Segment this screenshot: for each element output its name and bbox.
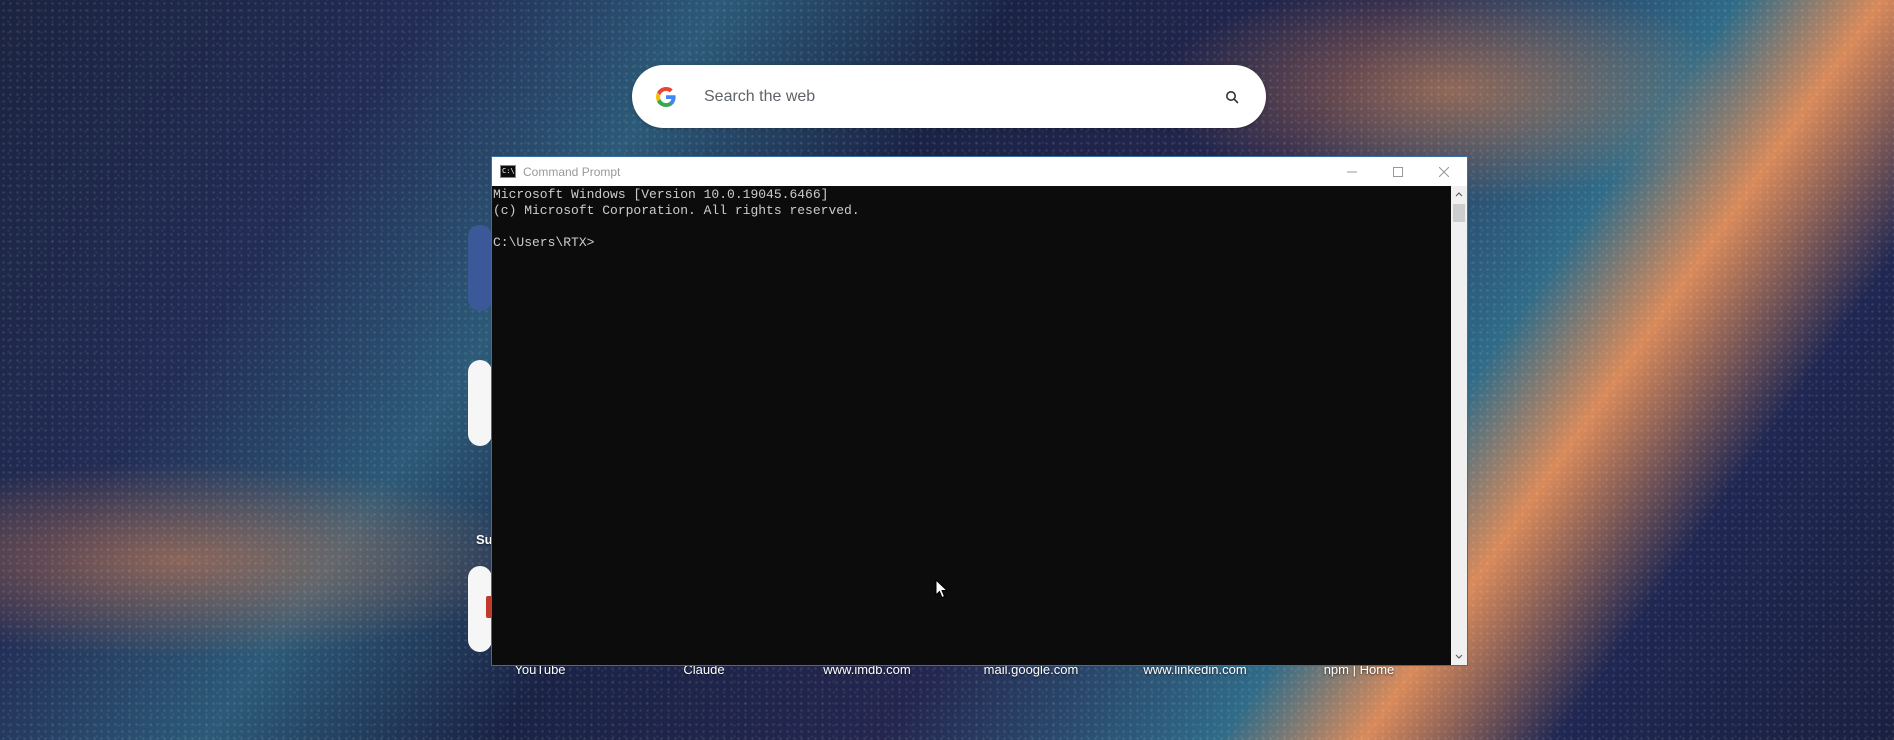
chevron-up-icon [1455, 192, 1463, 197]
close-icon [1439, 166, 1449, 177]
scroll-up-button[interactable] [1451, 186, 1467, 202]
console-prompt-line: C:\Users\RTX> [493, 235, 595, 250]
maximize-icon [1393, 166, 1403, 177]
google-g-icon [652, 83, 680, 111]
search-input[interactable] [702, 86, 1218, 107]
mouse-pointer-icon [935, 579, 949, 599]
search-bar[interactable] [632, 65, 1266, 128]
close-button[interactable] [1421, 157, 1467, 186]
minimize-button[interactable] [1329, 157, 1375, 186]
shortcut-tile[interactable] [468, 566, 494, 652]
shortcut-tile[interactable] [468, 225, 492, 311]
search-icon[interactable] [1218, 83, 1246, 111]
command-prompt-window[interactable]: C:\ Command Prompt Microsoft Windows [Ve… [491, 156, 1468, 666]
vertical-scrollbar[interactable] [1451, 186, 1467, 665]
console-line: ​ [493, 219, 1450, 235]
console-line: Microsoft Windows [Version 10.0.19045.64… [493, 187, 829, 202]
maximize-button[interactable] [1375, 157, 1421, 186]
window-title: Command Prompt [523, 164, 621, 179]
scroll-down-button[interactable] [1451, 649, 1467, 665]
cmd-app-icon: C:\ [500, 165, 516, 178]
minimize-icon [1347, 171, 1357, 172]
shortcut-tile[interactable] [468, 360, 492, 446]
console-output[interactable]: Microsoft Windows [Version 10.0.19045.64… [492, 186, 1451, 665]
window-titlebar[interactable]: C:\ Command Prompt [492, 157, 1467, 186]
chevron-down-icon [1455, 654, 1463, 659]
console-line: (c) Microsoft Corporation. All rights re… [493, 203, 860, 218]
scroll-thumb[interactable] [1453, 204, 1465, 222]
